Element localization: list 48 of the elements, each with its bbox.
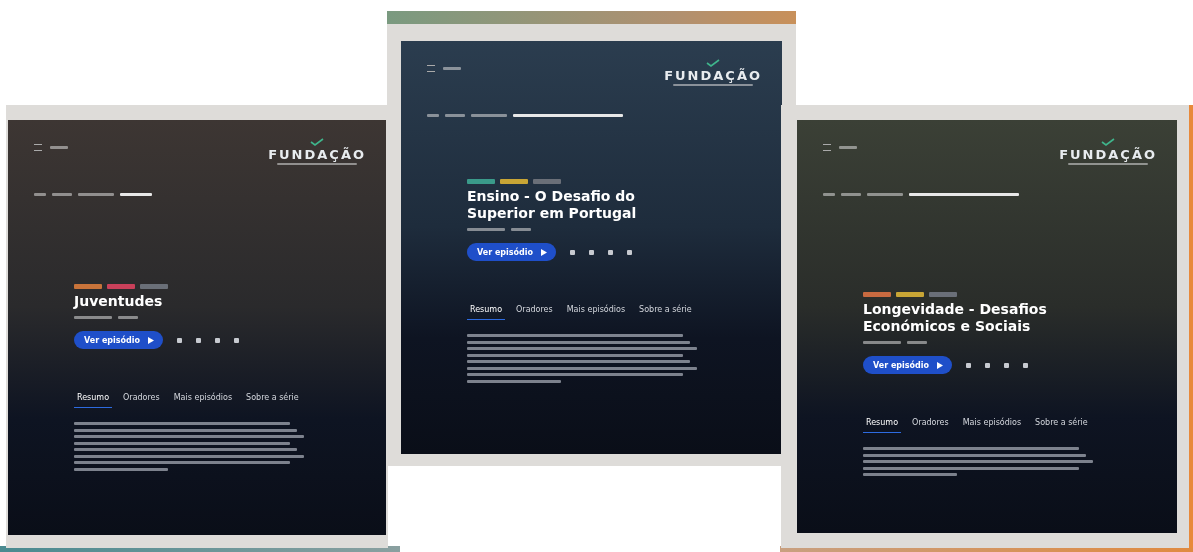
episode-title: Juventudes bbox=[74, 293, 164, 310]
checkmark-icon bbox=[1101, 138, 1116, 146]
tab[interactable]: Sobre a série bbox=[636, 305, 695, 320]
tab[interactable]: Resumo bbox=[467, 305, 506, 320]
logo-text: FUNDAÇÃO bbox=[664, 68, 762, 83]
nav-label-drawing bbox=[839, 146, 857, 149]
date-duration-drawing bbox=[863, 341, 927, 344]
share-icon[interactable] bbox=[1023, 362, 1029, 368]
date-duration-drawing bbox=[74, 316, 138, 319]
tab[interactable]: Oradores bbox=[513, 305, 556, 320]
share-icon[interactable] bbox=[608, 249, 614, 255]
share-icon[interactable] bbox=[177, 337, 183, 343]
play-icon bbox=[937, 361, 944, 369]
nav-label-drawing bbox=[50, 146, 68, 149]
tab[interactable]: Mais episódios bbox=[170, 393, 236, 408]
checkmark-icon bbox=[310, 138, 325, 146]
logo-text: FUNDAÇÃO bbox=[268, 147, 366, 162]
play-icon bbox=[148, 336, 155, 344]
tab[interactable]: Mais episódios bbox=[563, 305, 629, 320]
nav-label-drawing bbox=[443, 67, 461, 70]
share-icon[interactable] bbox=[966, 362, 972, 368]
share-icon[interactable] bbox=[234, 337, 240, 343]
share-icon[interactable] bbox=[215, 337, 221, 343]
tab[interactable]: Oradores bbox=[909, 418, 952, 433]
share-icon[interactable] bbox=[570, 249, 576, 255]
logo-text: FUNDAÇÃO bbox=[1059, 147, 1157, 162]
tab[interactable]: Resumo bbox=[74, 393, 113, 408]
checkmark-icon bbox=[706, 59, 721, 67]
watch-episode-button[interactable]: Ver episódio bbox=[467, 243, 557, 261]
share-icon[interactable] bbox=[627, 249, 633, 255]
tab[interactable]: Sobre a série bbox=[1032, 418, 1091, 433]
date-duration-drawing bbox=[467, 228, 531, 231]
watch-episode-button[interactable]: Ver episódio bbox=[863, 356, 953, 374]
tab[interactable]: Oradores bbox=[120, 393, 163, 408]
share-icon[interactable] bbox=[985, 362, 991, 368]
menu-icon[interactable] bbox=[427, 65, 435, 72]
share-icon[interactable] bbox=[1004, 362, 1010, 368]
share-icon[interactable] bbox=[589, 249, 595, 255]
menu-icon[interactable] bbox=[34, 144, 42, 151]
episode-title: Ensino - O Desafio do Superior em Portugal bbox=[467, 188, 638, 222]
watch-episode-button[interactable]: Ver episódio bbox=[74, 331, 164, 349]
episode-title: Longevidade - Desafios Económicos e Sociais bbox=[863, 301, 1048, 335]
tab[interactable]: Mais episódios bbox=[959, 418, 1025, 433]
play-icon bbox=[541, 248, 548, 256]
tab[interactable]: Resumo bbox=[863, 418, 902, 433]
tab[interactable]: Sobre a série bbox=[243, 393, 302, 408]
menu-icon[interactable] bbox=[823, 144, 831, 151]
share-icon[interactable] bbox=[196, 337, 202, 343]
